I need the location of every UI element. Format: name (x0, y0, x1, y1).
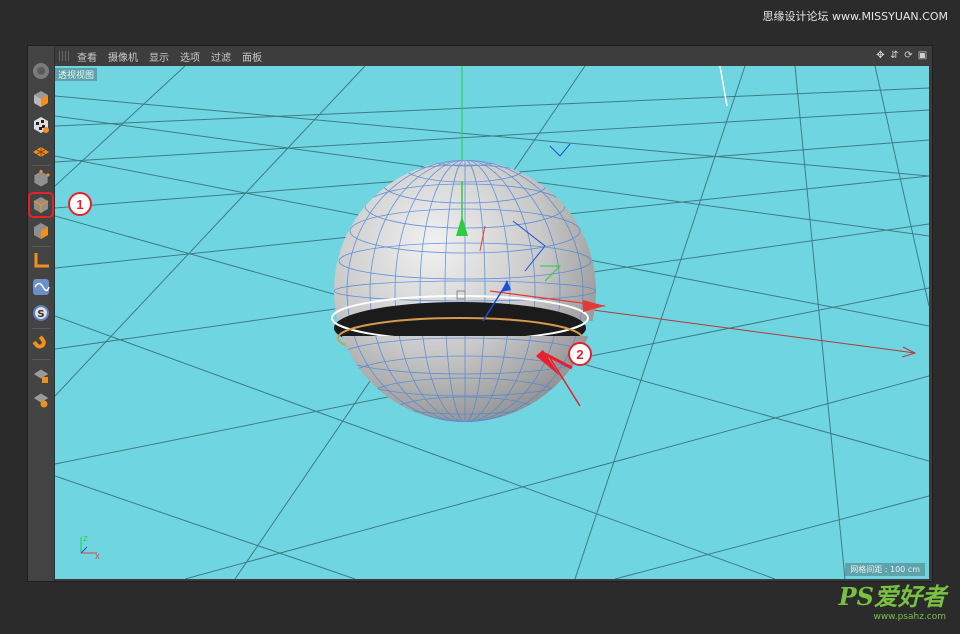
solo-icon[interactable]: S (30, 302, 52, 324)
ps-logo-url: www.psahz.com (873, 612, 946, 622)
axis-mode-icon[interactable] (30, 250, 52, 272)
menu-filter[interactable]: 过滤 (211, 49, 231, 64)
menu-view[interactable]: 查看 (77, 49, 97, 64)
watermark-text: 思缘设计论坛 www.MISSYUAN.COM (762, 10, 948, 23)
viewport-nav-icons: ✥ ⇵ ⟳ ▣ (875, 49, 928, 62)
texture-mode-icon[interactable] (30, 114, 52, 136)
menu-panel[interactable]: 面板 (242, 49, 262, 64)
menu-cameras[interactable]: 摄像机 (108, 49, 138, 64)
ps-logo-text: PS爱好者 (838, 582, 946, 611)
workplane-mode-icon[interactable] (30, 140, 52, 162)
snap-magnet-icon[interactable] (30, 333, 52, 355)
ps-watermark-logo: PS爱好者 www.psahz.com (839, 577, 946, 622)
cinema4d-editor-window: S 查看 摄像机 显示 选项 过滤 面板 ✥ ⇵ ⟳ ▣ 透视视图 Z X 网格… (27, 45, 933, 582)
brand-icon (30, 60, 52, 82)
model-mode-icon[interactable] (30, 88, 52, 110)
svg-text:X: X (95, 553, 100, 559)
rotate-view-icon[interactable]: ⟳ (903, 49, 914, 62)
callout-badge-2: 2 (568, 342, 592, 366)
menubar-grip (59, 51, 69, 61)
maximize-view-icon[interactable]: ▣ (917, 49, 928, 62)
planar-workplane-icon[interactable] (30, 388, 52, 410)
callout-badge-1: 1 (68, 192, 92, 216)
points-mode-icon[interactable] (30, 168, 52, 190)
svg-text:Z: Z (83, 535, 88, 543)
edges-mode-icon[interactable] (28, 192, 54, 218)
menu-options[interactable]: 选项 (180, 49, 200, 64)
move-view-icon[interactable]: ✥ (875, 49, 886, 62)
mode-toolbar: S (28, 46, 55, 581)
polygons-mode-icon[interactable] (30, 220, 52, 242)
svg-text:S: S (37, 309, 44, 320)
tweak-mode-icon[interactable] (30, 276, 52, 298)
viewport-menubar: 查看 摄像机 显示 选项 过滤 面板 ✥ ⇵ ⟳ ▣ (55, 46, 932, 66)
view-label: 透视视图 (55, 68, 98, 81)
scene-render (55, 66, 929, 579)
menu-display[interactable]: 显示 (149, 49, 169, 64)
perspective-viewport[interactable]: 透视视图 Z X 网格间距 : 100 cm 2 (55, 66, 929, 579)
dolly-view-icon[interactable]: ⇵ (889, 49, 900, 62)
workplane-lock-icon[interactable] (30, 364, 52, 386)
grid-spacing-readout: 网格间距 : 100 cm (845, 563, 925, 576)
world-axis-gizmo: Z X (80, 535, 100, 559)
